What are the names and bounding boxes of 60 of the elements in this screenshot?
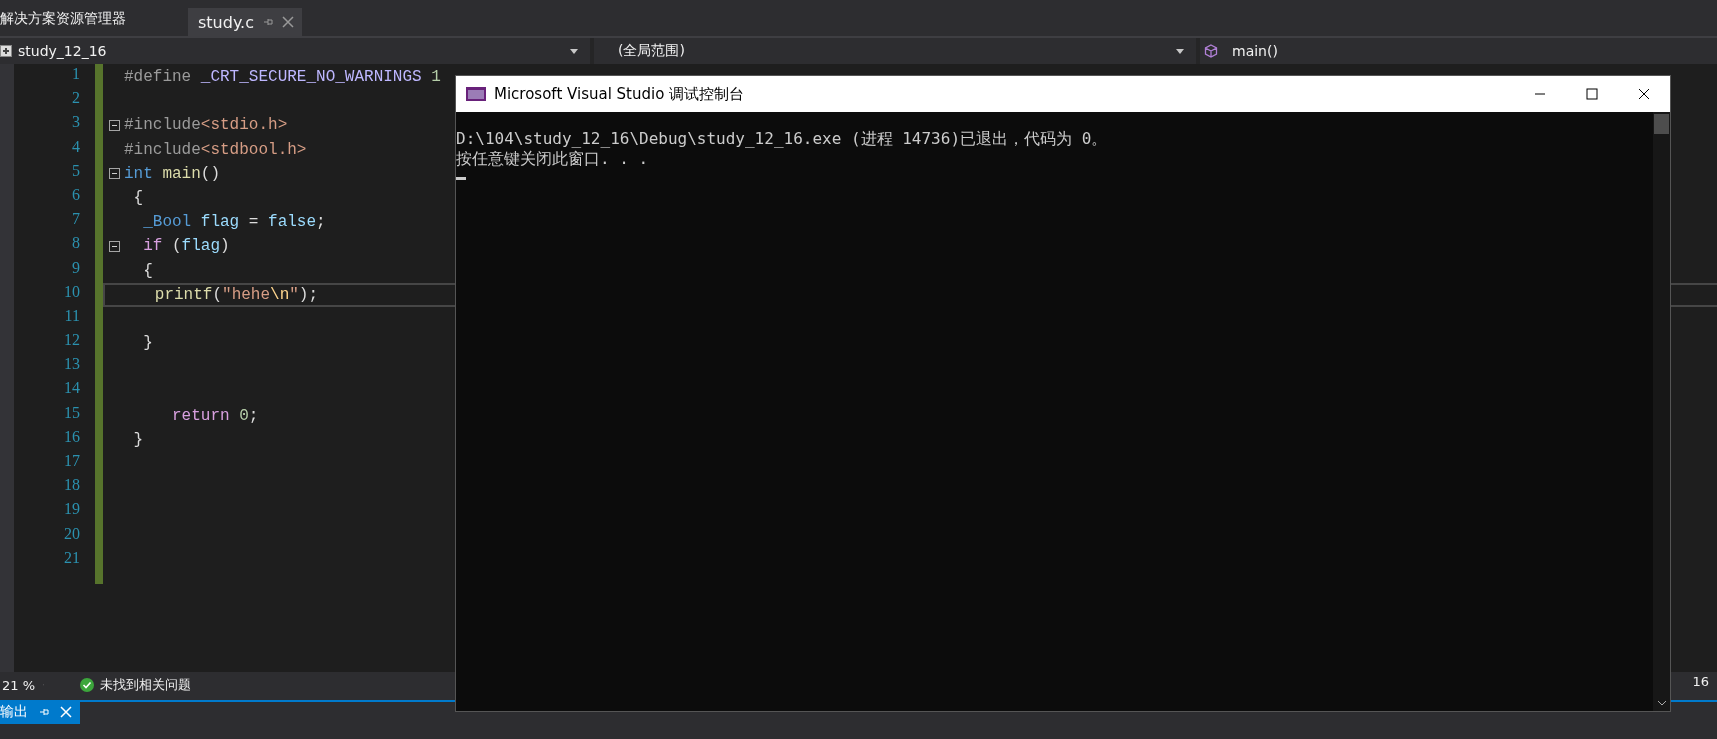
panel-title: 解决方案资源管理器: [0, 10, 127, 28]
line-number: 6: [71, 185, 81, 205]
line-number: 16: [63, 427, 81, 447]
project-icon: [0, 45, 12, 57]
line-number: 4: [71, 137, 81, 157]
line-number: 1: [71, 65, 81, 84]
pin-icon[interactable]: [38, 706, 50, 718]
line-number: 3: [71, 113, 81, 133]
code-text: return 0;: [171, 406, 259, 425]
line-number: 7: [71, 210, 81, 230]
line-number: 11: [63, 306, 81, 326]
code-text: #include<stdbool.h>: [124, 140, 307, 159]
caret-icon: [570, 48, 578, 54]
line-number: 9: [71, 258, 81, 278]
line-number: 5: [71, 161, 81, 181]
console-output-line: 按任意键关闭此窗口. . .: [456, 149, 650, 169]
close-icon: [1638, 88, 1650, 100]
collapse-icon[interactable]: [109, 240, 120, 252]
zoom-dropdown[interactable]: 21 %: [0, 677, 44, 693]
column-number: 16: [1692, 674, 1709, 689]
close-icon[interactable]: [282, 16, 294, 28]
line-number: 19: [63, 500, 81, 520]
line-number: 10: [63, 282, 81, 302]
issues-status: 未找到相关问题: [100, 676, 191, 694]
console-output-line: D:\104\study_12_16\Debug\study_12_16.exe (进程 14736)已退出，代码为 0。: [456, 129, 1109, 149]
text-cursor: [456, 177, 466, 180]
caret-icon: [1176, 48, 1184, 54]
line-number: 13: [63, 355, 81, 375]
collapse-icon[interactable]: [109, 168, 120, 180]
code-text: int main(): [124, 164, 220, 183]
scroll-down-icon[interactable]: [1656, 700, 1667, 706]
pin-icon[interactable]: [262, 16, 274, 28]
line-number: 15: [63, 403, 81, 423]
code-text: }: [142, 334, 153, 353]
document-tab[interactable]: study.c: [188, 8, 302, 36]
maximize-icon: [1586, 88, 1598, 100]
line-number: 8: [71, 234, 81, 254]
cube-icon: [1204, 44, 1218, 58]
code-text: {: [142, 261, 153, 280]
output-tab[interactable]: 输出: [0, 700, 80, 724]
line-number: 12: [63, 331, 81, 351]
console-app-icon: [466, 87, 486, 101]
line-number: 17: [63, 452, 81, 471]
code-text: #include<stdio.h>: [124, 116, 288, 135]
line-number: 20: [63, 524, 81, 544]
code-text: #define _CRT_SECURE_NO_WARNINGS 1: [124, 68, 441, 87]
line-number: 21: [63, 548, 81, 568]
line-number: 2: [71, 89, 81, 109]
project-dropdown[interactable]: study_12_16: [0, 38, 594, 64]
code-text: }: [132, 430, 144, 449]
collapse-icon[interactable]: [109, 119, 120, 131]
line-number: 14: [63, 379, 81, 399]
code-text: _Bool flag = false;: [142, 213, 326, 232]
line-number: 18: [63, 476, 81, 496]
code-text: {: [132, 189, 144, 208]
code-text: printf("hehe\n");: [153, 285, 319, 304]
code-text: if (flag): [142, 237, 230, 256]
check-icon: [80, 678, 94, 692]
window-title: Microsoft Visual Studio 调试控制台: [494, 84, 746, 104]
scrollbar-thumb[interactable]: [1654, 114, 1669, 134]
